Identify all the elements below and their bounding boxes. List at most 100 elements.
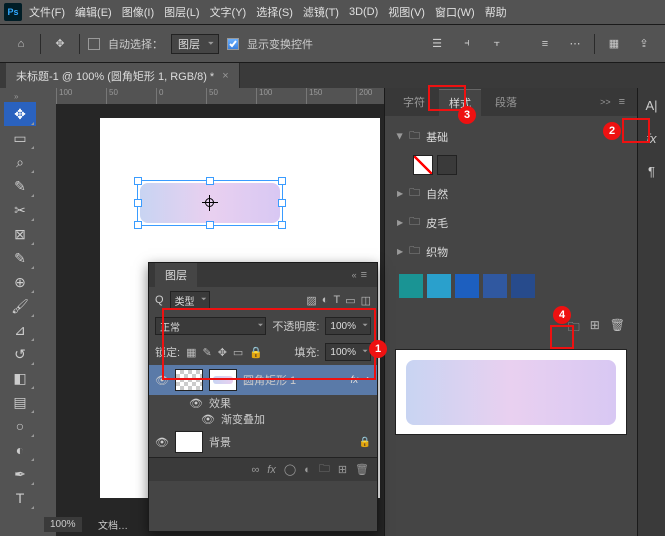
layers-panel-header[interactable]: 图层 « ≡ [149, 263, 377, 287]
filter-smart-icon[interactable]: ◫ [361, 294, 371, 307]
zoom-level[interactable]: 100% [44, 517, 82, 532]
lasso-tool[interactable]: ⌕ [4, 150, 36, 174]
type-tool[interactable]: T [4, 486, 36, 510]
layer-row-shape[interactable]: 👁 圆角矩形 1 fx ⌃ [149, 365, 377, 395]
move-tool[interactable]: ✥ [4, 102, 36, 126]
transform-handle[interactable] [134, 177, 142, 185]
tab-character[interactable]: 字符 [393, 89, 435, 115]
lock-all-icon[interactable]: 🔒 [249, 346, 263, 359]
ruler-origin[interactable] [40, 88, 56, 104]
menu-layer[interactable]: 图层(L) [161, 2, 202, 22]
marquee-tool[interactable]: ▭ [4, 126, 36, 150]
folder-new-icon[interactable]: 🗀 [568, 318, 580, 339]
lock-position-icon[interactable]: ✥ [218, 346, 227, 359]
layer-name[interactable]: 背景 [209, 434, 231, 450]
menu-file[interactable]: 文件(F) [26, 2, 68, 22]
eyedropper-tool[interactable]: ✎ [4, 246, 36, 270]
menu-3d[interactable]: 3D(D) [346, 4, 381, 20]
style-folder-fur[interactable]: ▶ 🗀 皮毛 [395, 208, 627, 237]
transform-handle[interactable] [206, 221, 214, 229]
effects-header[interactable]: 👁 效果 [149, 395, 377, 411]
layer-mask-thumb[interactable] [175, 369, 203, 391]
menu-help[interactable]: 帮助 [482, 2, 510, 22]
add-adjustment-icon[interactable]: ◐ [304, 464, 311, 476]
style-none[interactable] [413, 155, 433, 175]
add-mask-icon[interactable]: ◯ [284, 463, 296, 476]
move-tool-icon[interactable]: ✥ [49, 33, 71, 55]
lock-pixels-icon[interactable]: ▦ [186, 346, 196, 359]
filter-image-icon[interactable]: ▨ [306, 294, 316, 307]
3d-mode-icon[interactable]: ▦ [603, 33, 625, 55]
menu-view[interactable]: 视图(V) [385, 2, 428, 22]
style-folder-basic[interactable]: ▶ 🗀 基础 [395, 122, 627, 151]
document-tab[interactable]: 未标题-1 @ 100% (圆角矩形 1, RGB/8) * × [6, 63, 240, 88]
brush-tool[interactable]: 🖌 [4, 294, 36, 318]
fill-value[interactable]: 100% [325, 343, 371, 361]
delete-layer-icon[interactable]: 🗑 [355, 463, 369, 476]
layer-fx-icon[interactable]: fx [267, 464, 276, 476]
fx-expand-icon[interactable]: ⌃ [364, 376, 371, 385]
transform-center-icon[interactable] [202, 195, 218, 211]
vertical-ruler[interactable] [40, 104, 56, 536]
more-icon[interactable]: ⋯ [564, 33, 586, 55]
filter-adjust-icon[interactable]: ◐ [322, 294, 329, 307]
dodge-tool[interactable]: ◐ [4, 438, 36, 462]
transform-handle[interactable] [278, 177, 286, 185]
show-transform-checkbox[interactable] [227, 38, 239, 50]
transform-handle[interactable] [134, 199, 142, 207]
transform-handle[interactable] [278, 221, 286, 229]
lock-artboard-icon[interactable]: ▭ [233, 346, 243, 359]
fx-badge[interactable]: fx [351, 375, 359, 386]
transform-handle[interactable] [278, 199, 286, 207]
visibility-icon[interactable]: 👁 [155, 374, 169, 387]
blend-mode-select[interactable]: 正常 [155, 317, 266, 335]
blur-tool[interactable]: ○ [4, 414, 36, 438]
panel-menu-icon[interactable]: ≡ [357, 269, 371, 281]
menu-filter[interactable]: 滤镜(T) [300, 2, 342, 22]
menu-window[interactable]: 窗口(W) [432, 2, 478, 22]
style-folder-natural[interactable]: ▶ 🗀 自然 [395, 179, 627, 208]
layer-thumb[interactable] [175, 431, 203, 453]
auto-select-target[interactable]: 图层 [171, 34, 219, 54]
home-icon[interactable]: ⌂ [10, 33, 32, 55]
layer-shape-thumb[interactable] [209, 369, 237, 391]
new-layer-icon[interactable]: ⊞ [338, 463, 347, 476]
transform-bounds[interactable] [137, 180, 283, 226]
close-tab-icon[interactable]: × [222, 70, 228, 82]
share-icon[interactable]: ⇪ [633, 33, 655, 55]
style-folder-textile[interactable]: ▶ 🗀 织物 [395, 237, 627, 266]
style-preset[interactable] [437, 155, 457, 175]
align-right-icon[interactable]: ⫟ [486, 33, 508, 55]
style-swatch[interactable] [427, 274, 451, 298]
menu-select[interactable]: 选择(S) [253, 2, 296, 22]
style-swatch[interactable] [455, 274, 479, 298]
align-left-icon[interactable]: ⫞ [456, 33, 478, 55]
visibility-icon[interactable]: 👁 [189, 397, 203, 410]
tab-paragraph[interactable]: 段落 [485, 89, 527, 115]
effect-gradient-overlay[interactable]: 👁 渐变叠加 [149, 411, 377, 427]
menu-type[interactable]: 文字(Y) [207, 2, 250, 22]
layers-panel[interactable]: 图层 « ≡ Q 类型 ▨ ◐ T ▭ ◫ 正常 不透明度: 100% 锁定: … [148, 262, 378, 532]
eraser-tool[interactable]: ◧ [4, 366, 36, 390]
fx-panel-icon[interactable]: fx [646, 131, 656, 146]
gradient-tool[interactable]: ▤ [4, 390, 36, 414]
layer-name[interactable]: 圆角矩形 1 [243, 372, 296, 388]
transform-handle[interactable] [134, 221, 142, 229]
layers-tab[interactable]: 图层 [155, 263, 197, 287]
layer-row-background[interactable]: 👁 背景 🔒 [149, 427, 377, 457]
collapse-panel-icon[interactable]: >> [600, 97, 611, 107]
frame-tool[interactable]: ⊠ [4, 222, 36, 246]
style-swatch[interactable] [483, 274, 507, 298]
menu-image[interactable]: 图像(I) [119, 2, 157, 22]
new-style-icon[interactable]: ⊞ [590, 318, 600, 339]
new-group-icon[interactable]: 🗀 [319, 460, 330, 479]
visibility-icon[interactable]: 👁 [201, 413, 215, 426]
style-swatch[interactable] [399, 274, 423, 298]
pen-tool[interactable]: ✒ [4, 462, 36, 486]
healing-tool[interactable]: ⊕ [4, 270, 36, 294]
doc-info[interactable]: 文档… [98, 517, 128, 532]
trash-icon[interactable]: 🗑 [610, 318, 625, 339]
auto-select-checkbox[interactable] [88, 38, 100, 50]
visibility-icon[interactable]: 👁 [155, 436, 169, 449]
stamp-tool[interactable]: ⊿ [4, 318, 36, 342]
